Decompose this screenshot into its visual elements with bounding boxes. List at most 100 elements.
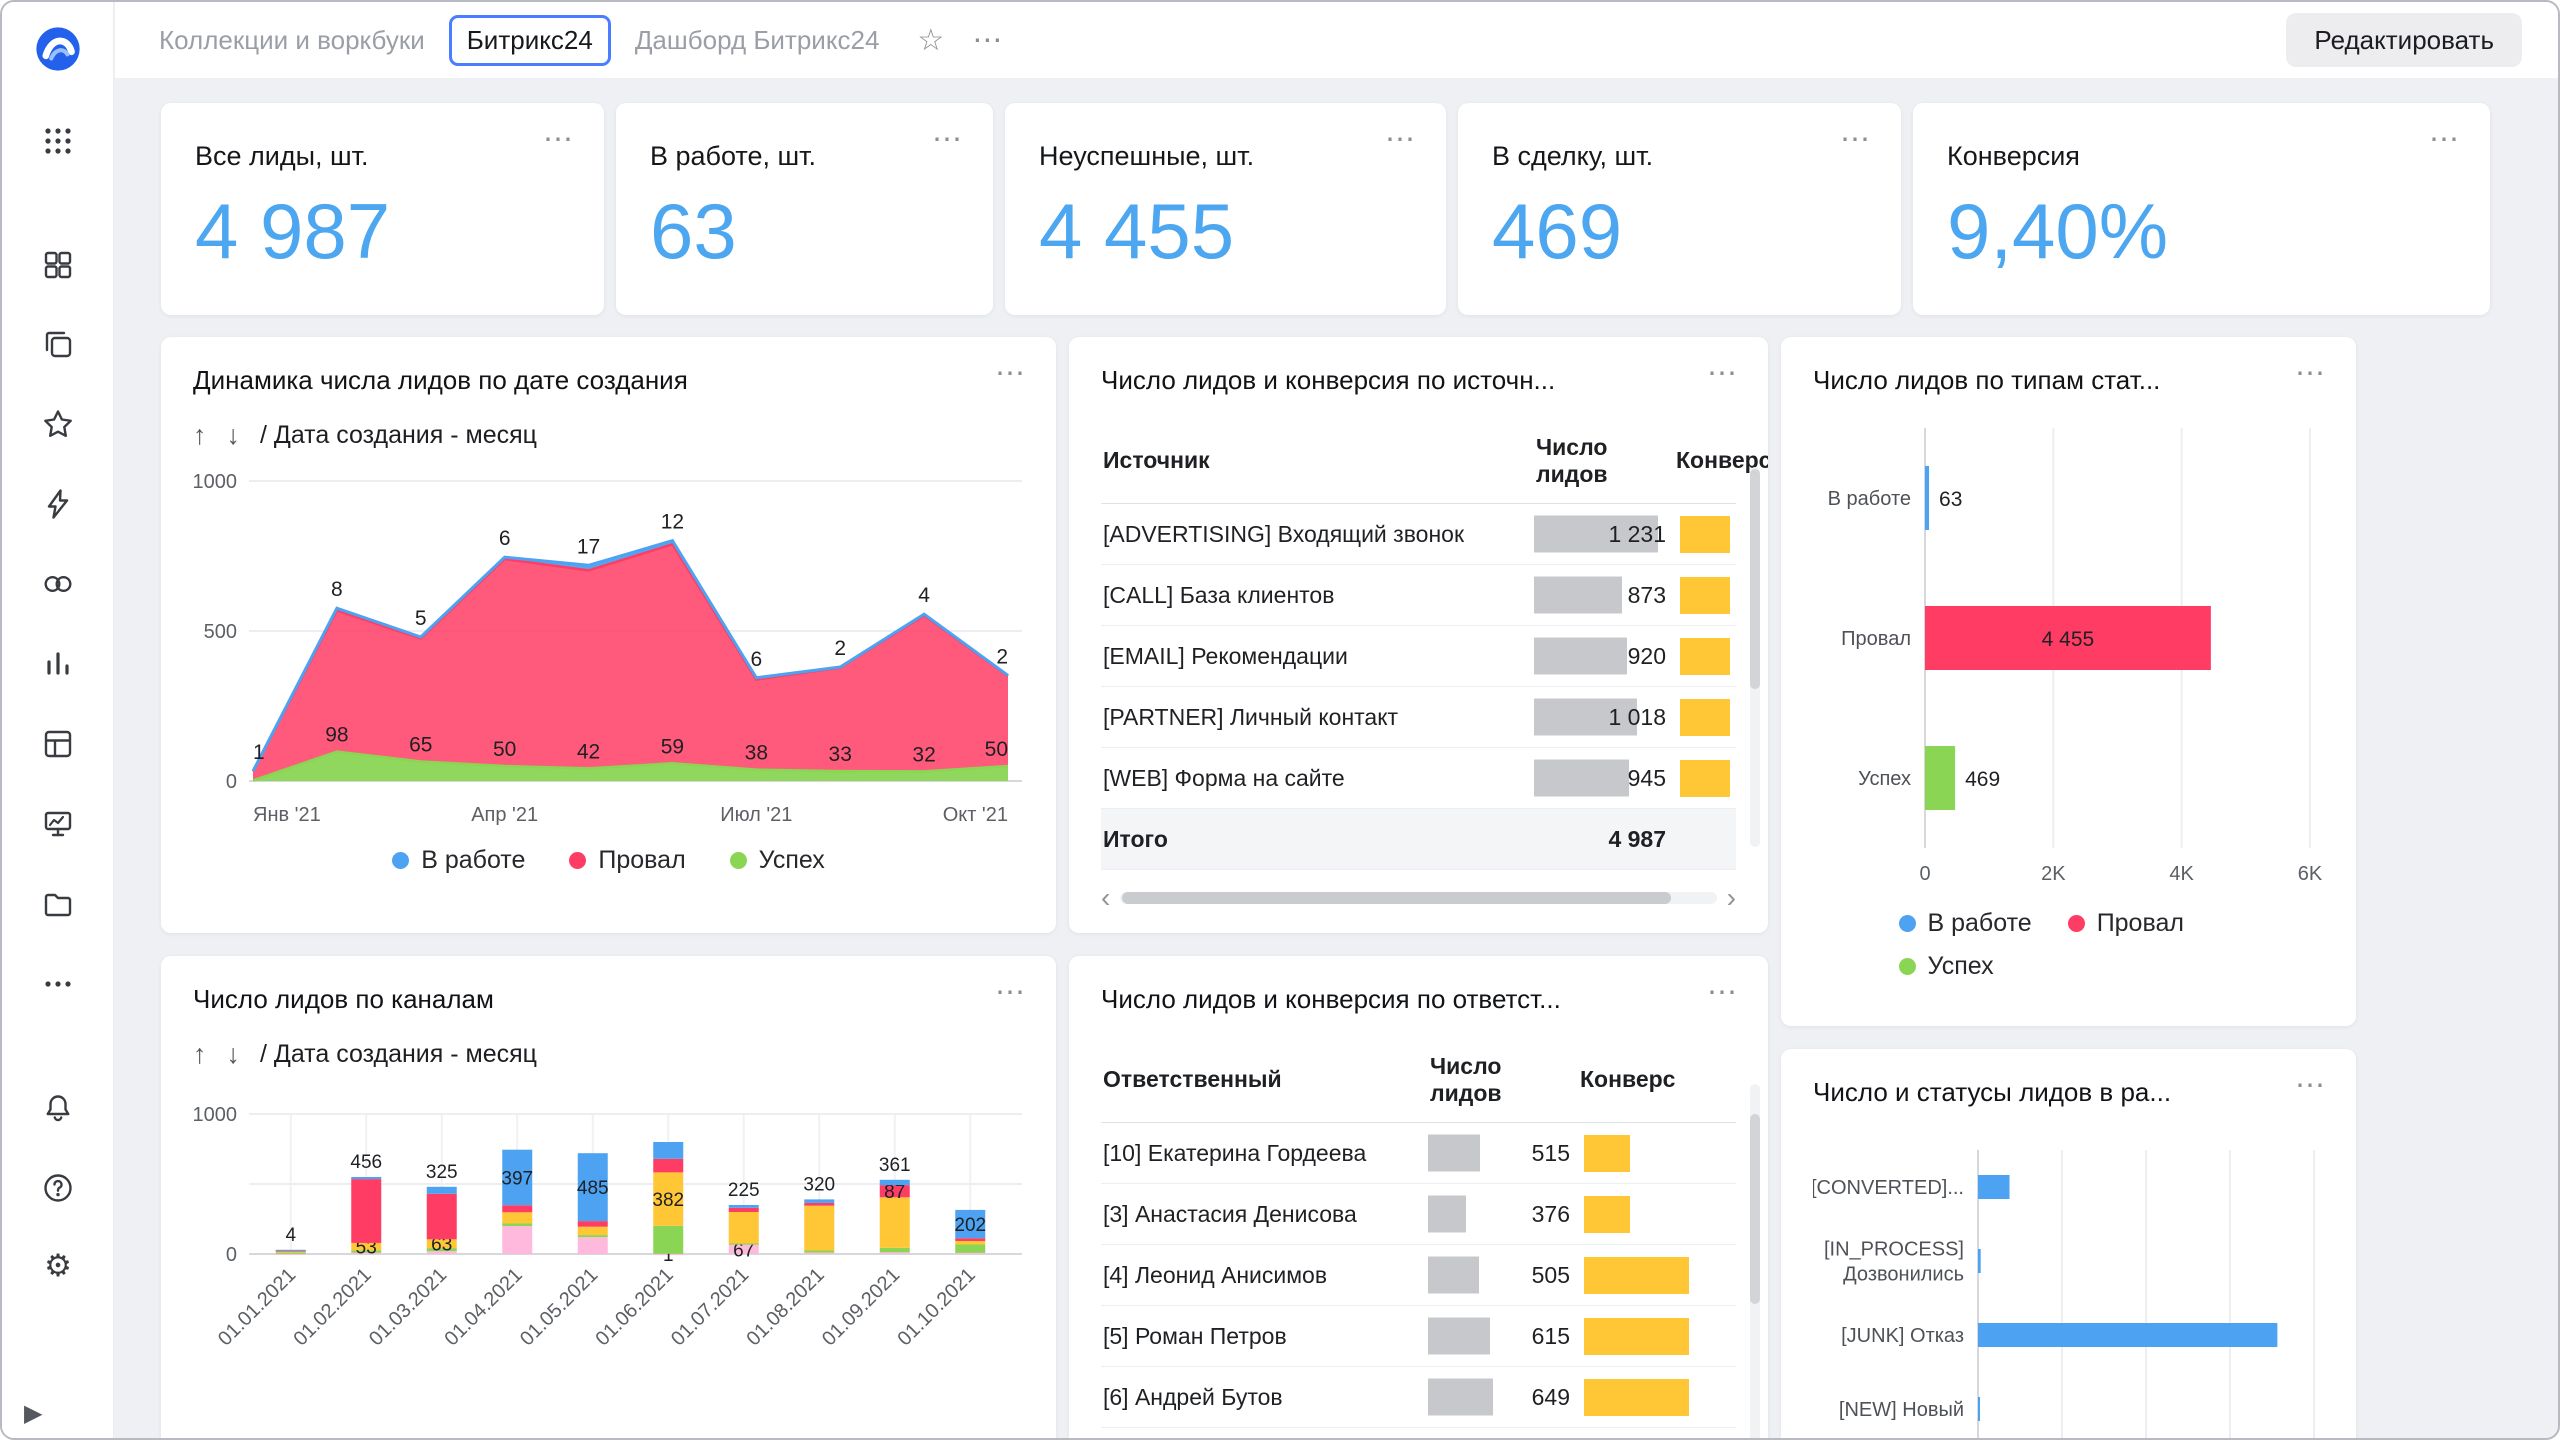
table-row[interactable]: [EMAIL] Рекомендации920	[1101, 626, 1736, 687]
bar[interactable]	[1978, 1175, 2010, 1199]
scroll-left-icon[interactable]: ‹	[1101, 884, 1110, 912]
breadcrumb-collections[interactable]: Коллекции и воркбуки	[159, 25, 425, 56]
table-row[interactable]: [CALL] База клиентов873	[1101, 565, 1736, 626]
area-series[interactable]	[253, 544, 1008, 780]
column-header[interactable]: Конверс	[1578, 1037, 1698, 1122]
bar-segment[interactable]	[880, 1197, 910, 1248]
column-header[interactable]: Ответственный	[1101, 1037, 1428, 1122]
settings-gear-icon[interactable]: ⚙	[36, 1243, 80, 1287]
bar-segment[interactable]	[578, 1227, 608, 1235]
bar-segment[interactable]	[880, 1248, 910, 1252]
scrollbar-thumb[interactable]	[1122, 892, 1671, 904]
legend-item[interactable]: В работе	[1899, 909, 2032, 938]
sort-desc-icon[interactable]: ↓	[227, 420, 241, 451]
sidebar-expand-icon[interactable]: ▶	[24, 1399, 42, 1428]
bar-segment[interactable]	[502, 1226, 532, 1254]
card-menu-icon[interactable]: ⋯	[2295, 1071, 2328, 1101]
bar-segment[interactable]	[653, 1159, 683, 1173]
table-row[interactable]: [ADVERTISING] Входящий звонок1 231	[1101, 504, 1736, 565]
table-row[interactable]: [10] Екатерина Гордеева515	[1101, 1123, 1736, 1184]
bar-segment[interactable]	[804, 1206, 834, 1251]
table-row[interactable]: [PARTNER] Личный контакт1 018	[1101, 687, 1736, 748]
bar-segment[interactable]	[427, 1194, 457, 1240]
apps-grid-icon[interactable]	[36, 119, 80, 163]
collections-icon[interactable]	[36, 322, 80, 366]
bar-segment[interactable]	[804, 1199, 834, 1203]
sort-desc-icon[interactable]: ↓	[227, 1039, 241, 1070]
table-row[interactable]: [3] Анастасия Денисова376	[1101, 1184, 1736, 1245]
bar-segment[interactable]	[729, 1208, 759, 1212]
legend-item[interactable]: В работе	[392, 846, 525, 875]
vertical-scrollbar[interactable]	[1750, 467, 1760, 847]
card-menu-icon[interactable]: ⋯	[1385, 125, 1418, 155]
sort-asc-icon[interactable]: ↑	[193, 1039, 207, 1070]
column-header[interactable]: Число лидов	[1534, 418, 1674, 503]
bar-segment[interactable]	[578, 1237, 608, 1254]
help-icon[interactable]	[36, 1166, 80, 1210]
bar-segment[interactable]	[955, 1241, 985, 1245]
edit-button[interactable]: Редактировать	[2286, 13, 2522, 67]
table-row[interactable]: [WEB] Форма на сайте945	[1101, 748, 1736, 809]
scrollbar-thumb[interactable]	[1750, 1114, 1760, 1304]
connections-icon[interactable]	[36, 562, 80, 606]
more-dots-icon[interactable]	[36, 962, 80, 1006]
chart-bars-icon[interactable]	[36, 642, 80, 686]
bar-segment[interactable]	[729, 1244, 759, 1245]
bar-segment[interactable]	[804, 1251, 834, 1253]
bar-segment[interactable]	[276, 1253, 306, 1254]
table-row[interactable]: [4] Леонид Анисимов505	[1101, 1245, 1736, 1306]
bar-segment[interactable]	[955, 1238, 985, 1241]
bar-segment[interactable]	[578, 1221, 608, 1227]
bar[interactable]	[1978, 1323, 2277, 1347]
squares-icon[interactable]	[36, 243, 80, 287]
datalens-logo-icon[interactable]	[35, 26, 81, 72]
lightning-icon[interactable]	[36, 482, 80, 526]
sort-asc-icon[interactable]: ↑	[193, 420, 207, 451]
bar-segment[interactable]	[502, 1223, 532, 1226]
bar-segment[interactable]	[502, 1212, 532, 1223]
bar[interactable]	[1925, 746, 1955, 810]
bar[interactable]	[1925, 466, 1929, 530]
bar-segment[interactable]	[427, 1187, 457, 1194]
topbar-more-icon[interactable]: ⋯	[972, 23, 1004, 58]
bell-icon[interactable]	[36, 1086, 80, 1130]
scrollbar-track[interactable]	[1120, 892, 1716, 904]
favorite-star-icon[interactable]: ☆	[917, 23, 944, 58]
favorites-star-icon[interactable]	[36, 402, 80, 446]
bar-segment[interactable]	[804, 1203, 834, 1206]
card-menu-icon[interactable]: ⋯	[995, 978, 1028, 1008]
scroll-right-icon[interactable]: ›	[1727, 884, 1736, 912]
folder-icon[interactable]	[36, 882, 80, 926]
card-menu-icon[interactable]: ⋯	[543, 125, 576, 155]
column-header[interactable]: Число лидов	[1428, 1037, 1578, 1122]
bar-segment[interactable]	[351, 1177, 381, 1179]
card-menu-icon[interactable]: ⋯	[2295, 359, 2328, 389]
bar-segment[interactable]	[351, 1179, 381, 1243]
vertical-scrollbar[interactable]	[1750, 1084, 1760, 1438]
bar-segment[interactable]	[880, 1180, 910, 1185]
bar[interactable]	[1978, 1249, 1981, 1273]
card-menu-icon[interactable]: ⋯	[1707, 978, 1740, 1008]
table-row[interactable]: [6] Андрей Бутов649	[1101, 1367, 1736, 1428]
scrollbar-thumb[interactable]	[1750, 469, 1760, 689]
stacked-column-chart[interactable]: 10000401.01.20215345601.02.20216332501.0…	[193, 1086, 1024, 1406]
bar-segment[interactable]	[502, 1205, 532, 1212]
card-menu-icon[interactable]: ⋯	[995, 359, 1028, 389]
bar-segment[interactable]	[276, 1250, 306, 1251]
dataset-grid-icon[interactable]	[36, 722, 80, 766]
column-header[interactable]: Источник	[1101, 418, 1534, 503]
card-menu-icon[interactable]: ⋯	[932, 125, 965, 155]
sort-field-label[interactable]: / Дата создания - месяц	[260, 1040, 537, 1069]
card-menu-icon[interactable]: ⋯	[2429, 125, 2462, 155]
monitor-chart-icon[interactable]	[36, 802, 80, 846]
bar-segment[interactable]	[653, 1226, 683, 1254]
breadcrumb-dashboard[interactable]: Дашборд Битрикс24	[635, 25, 880, 56]
legend-item[interactable]: Успех	[730, 846, 825, 875]
bar[interactable]	[1978, 1397, 1980, 1421]
bar-segment[interactable]	[804, 1253, 834, 1254]
bar-segment[interactable]	[729, 1205, 759, 1208]
horizontal-bar-chart[interactable]: 02K4K6KВ работе63Провал4 455Успех469	[1813, 414, 2324, 884]
breadcrumb-workbook[interactable]: Битрикс24	[449, 15, 611, 66]
bar-segment[interactable]	[955, 1253, 985, 1254]
bar-segment[interactable]	[653, 1142, 683, 1159]
